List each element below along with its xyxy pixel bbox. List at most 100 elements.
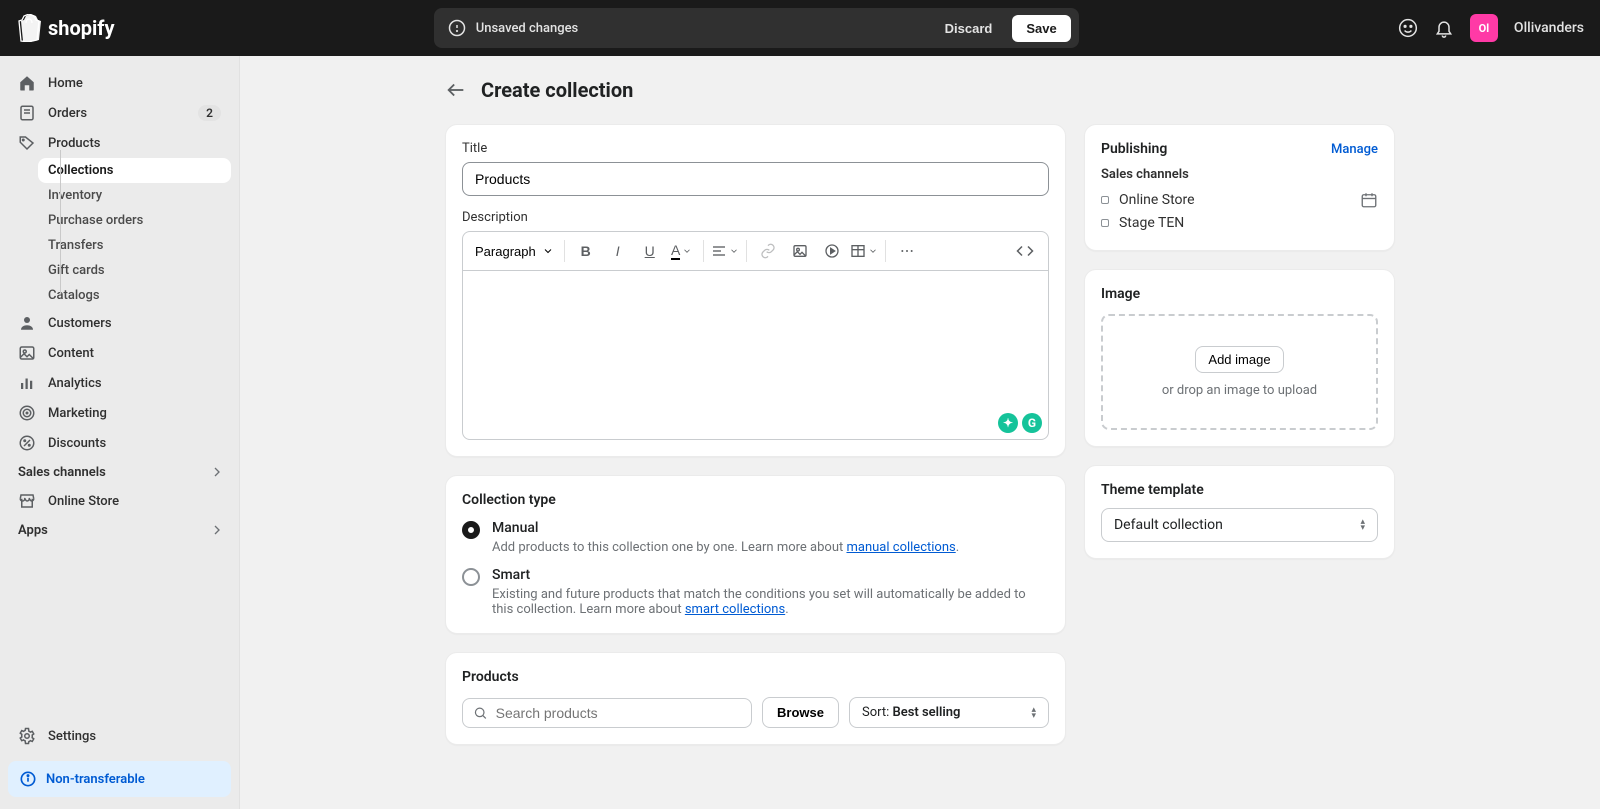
title-label: Title	[462, 141, 1049, 156]
store-icon	[18, 492, 36, 510]
sidebar-item-label: Customers	[48, 316, 112, 331]
sidebar-item-transfers[interactable]: Transfers	[38, 233, 231, 258]
publishing-title: Publishing	[1101, 141, 1167, 157]
unsaved-changes-bar: Unsaved changes Discard Save	[434, 8, 1079, 48]
rte-align-button[interactable]	[710, 236, 740, 266]
sidebar-item-label: Inventory	[48, 188, 102, 203]
main-content: Create collection Title Description Para…	[240, 56, 1600, 809]
unsaved-text: Unsaved changes	[476, 21, 579, 36]
username[interactable]: Ollivanders	[1514, 20, 1584, 36]
chevron-down-icon	[682, 246, 692, 256]
rte-toolbar: Paragraph B I U A	[462, 231, 1049, 270]
content-icon	[18, 344, 36, 362]
non-transferable-banner[interactable]: Non-transferable	[8, 761, 231, 797]
topbar: shopify Unsaved changes Discard Save Ol …	[0, 0, 1600, 56]
products-card: Products Browse Sort: Best selling ▴▾	[445, 652, 1066, 745]
radio-smart-help: Existing and future products that match …	[492, 587, 1049, 617]
sidebar-item-discounts[interactable]: Discounts	[8, 428, 231, 458]
sidebar-item-catalogs[interactable]: Catalogs	[38, 283, 231, 308]
sidebar-item-label: Catalogs	[48, 288, 100, 303]
sidebar-item-label: Content	[48, 346, 94, 361]
manage-link[interactable]: Manage	[1331, 142, 1378, 157]
sidebar-section-label: Sales channels	[18, 465, 106, 480]
rte-more-button[interactable]	[892, 236, 922, 266]
select-chevron-icon: ▴▾	[1360, 519, 1365, 531]
grammarly-shield-icon[interactable]: ✦	[998, 413, 1018, 433]
theme-select[interactable]: Default collection ▴▾	[1101, 508, 1378, 542]
radio-manual-label: Manual	[492, 520, 959, 536]
products-search-input[interactable]	[496, 705, 741, 721]
sidebar-item-home[interactable]: Home	[8, 68, 231, 98]
collection-type-card: Collection type Manual Add products to t…	[445, 475, 1066, 634]
sidebar-item-label: Products	[48, 136, 100, 151]
rte-style-label: Paragraph	[475, 244, 536, 259]
title-input[interactable]	[462, 162, 1049, 196]
tag-icon	[18, 134, 36, 152]
rte-html-button[interactable]	[1010, 236, 1040, 266]
sidebar-item-online-store[interactable]: Online Store	[8, 486, 231, 516]
rte-table-button[interactable]	[849, 236, 879, 266]
rte-image-button[interactable]	[785, 236, 815, 266]
products-search-wrap[interactable]	[462, 698, 752, 728]
save-button[interactable]: Save	[1012, 15, 1070, 42]
sidebar-item-inventory[interactable]: Inventory	[38, 183, 231, 208]
sidebar-item-label: Settings	[48, 729, 96, 744]
search-icon	[473, 705, 488, 721]
sort-prefix: Sort:	[862, 705, 892, 720]
grammarly-icon[interactable]: G	[1022, 413, 1042, 433]
rte-underline-button[interactable]: U	[635, 236, 665, 266]
sidebar-item-settings[interactable]: Settings	[8, 721, 231, 751]
rte-link-button[interactable]	[753, 236, 783, 266]
sidebar-item-marketing[interactable]: Marketing	[8, 398, 231, 428]
image-icon	[792, 243, 808, 259]
sidebar-section-sales-channels[interactable]: Sales channels	[8, 458, 231, 486]
radio-manual[interactable]	[462, 521, 480, 539]
sidebar-item-gift-cards[interactable]: Gift cards	[38, 258, 231, 283]
sidebar-section-label: Apps	[18, 523, 48, 538]
rte-editor[interactable]: ✦ G	[462, 270, 1049, 440]
sidebar-item-purchase-orders[interactable]: Purchase orders	[38, 208, 231, 233]
status-dot-icon	[1101, 196, 1109, 204]
calendar-icon[interactable]	[1360, 191, 1378, 209]
image-dropzone[interactable]: Add image or drop an image to upload	[1101, 314, 1378, 430]
rte-bold-button[interactable]: B	[571, 236, 601, 266]
link-icon	[760, 243, 776, 259]
sort-select[interactable]: Sort: Best selling ▴▾	[849, 697, 1049, 728]
sales-channels-subtitle: Sales channels	[1101, 167, 1378, 182]
sidebar-section-apps[interactable]: Apps	[8, 516, 231, 544]
chevron-down-icon	[868, 246, 878, 256]
radio-smart[interactable]	[462, 568, 480, 586]
sidebar-item-label: Analytics	[48, 376, 102, 391]
dots-icon	[899, 243, 915, 259]
sidebar-item-content[interactable]: Content	[8, 338, 231, 368]
sidebar-item-collections[interactable]: Collections	[38, 158, 231, 183]
table-icon	[850, 243, 866, 259]
avatar[interactable]: Ol	[1470, 14, 1498, 42]
manual-collections-link[interactable]: manual collections	[846, 540, 955, 555]
sidebar-item-products[interactable]: Products	[8, 128, 231, 158]
align-left-icon	[711, 243, 727, 259]
rte-paragraph-select[interactable]: Paragraph	[471, 238, 558, 265]
sidebar-item-analytics[interactable]: Analytics	[8, 368, 231, 398]
rte-video-button[interactable]	[817, 236, 847, 266]
browse-button[interactable]: Browse	[762, 697, 839, 728]
sidebar-item-customers[interactable]: Customers	[8, 308, 231, 338]
chevron-right-icon	[209, 464, 225, 480]
discount-icon	[18, 434, 36, 452]
brand-text: shopify	[48, 16, 115, 40]
smart-collections-link[interactable]: smart collections	[685, 602, 785, 617]
discard-button[interactable]: Discard	[933, 15, 1005, 42]
face-icon[interactable]	[1398, 18, 1418, 38]
analytics-icon	[18, 374, 36, 392]
rte-color-button[interactable]: A	[667, 236, 697, 266]
theme-value: Default collection	[1114, 517, 1223, 533]
back-arrow-icon[interactable]	[445, 79, 467, 101]
shopify-logo[interactable]: shopify	[16, 14, 115, 42]
radio-smart-label: Smart	[492, 567, 1049, 583]
sidebar-item-orders[interactable]: Orders 2	[8, 98, 231, 128]
rte-italic-button[interactable]: I	[603, 236, 633, 266]
bell-icon[interactable]	[1434, 18, 1454, 38]
collection-type-heading: Collection type	[462, 492, 1049, 508]
description-label: Description	[462, 210, 1049, 225]
add-image-button[interactable]: Add image	[1195, 346, 1283, 373]
